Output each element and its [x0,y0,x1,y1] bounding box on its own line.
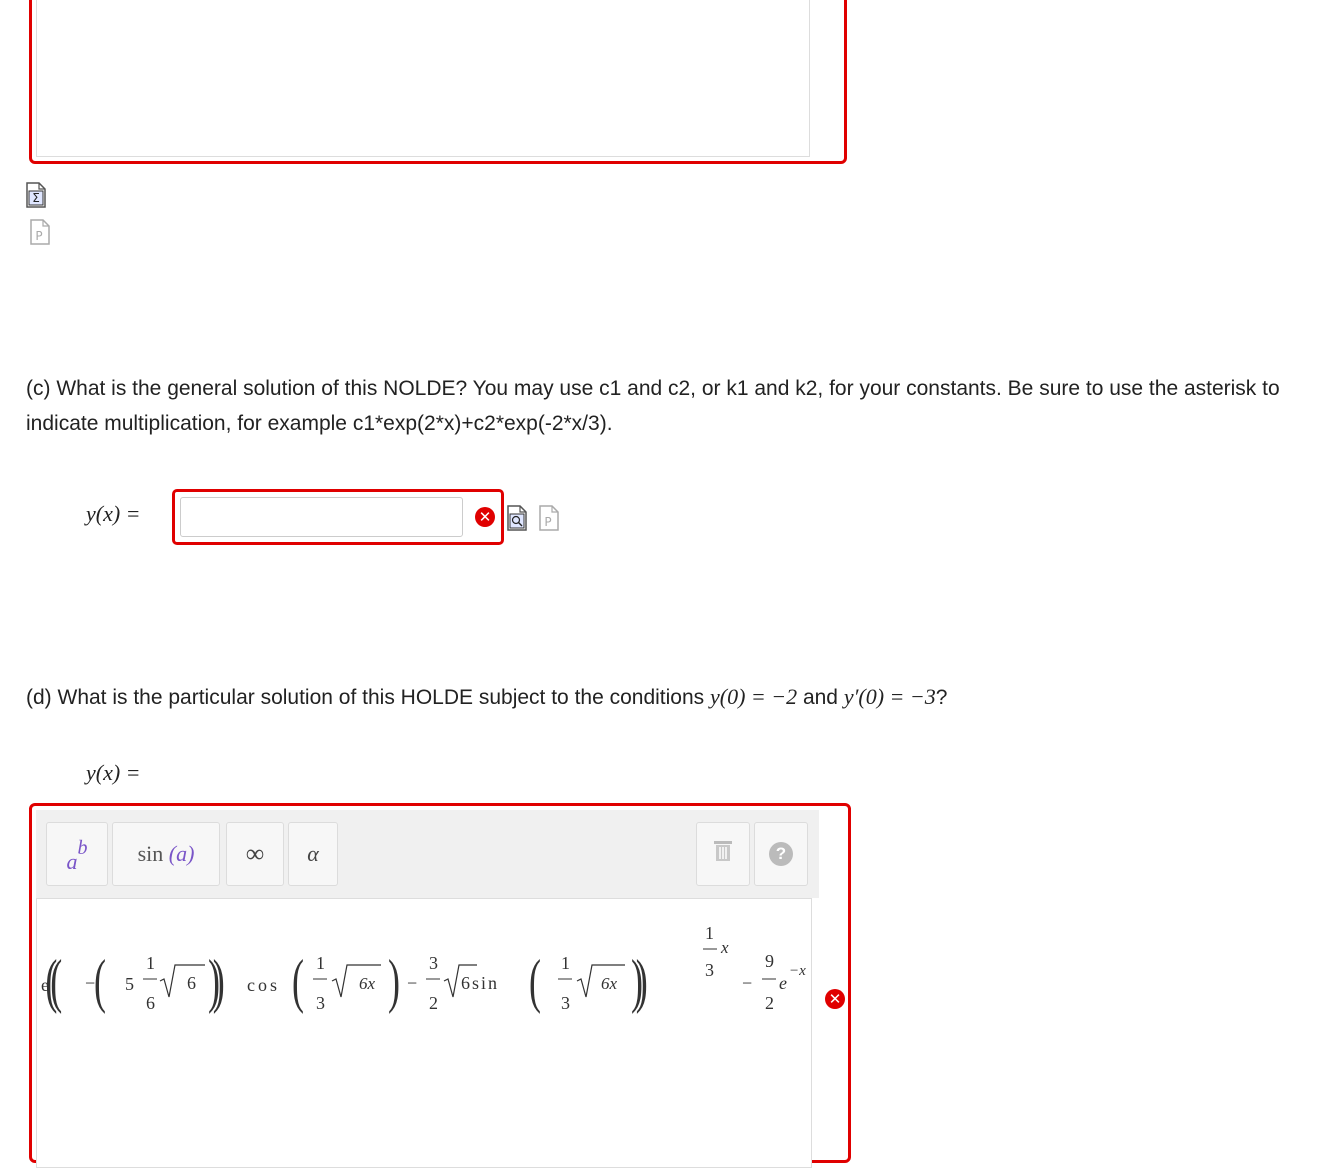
preview-icon[interactable]: P [30,219,50,245]
math-expression: e ( ( − ( 5 1 6 6 ) ) cos ( 1 3 6x ) − 3… [41,923,806,1015]
expr-three: 3 [705,960,714,980]
help-icon: ? [769,842,793,866]
infinity-button[interactable]: ∞ [226,822,284,886]
equation-editor-icon[interactable] [507,505,527,531]
expr-6sin: 6sin [461,973,499,993]
part-d-math-editor: ab sin (a) ∞ α ? e ((− (5 1 6 6)) c… [29,803,851,1168]
math-toolbar: ab sin (a) ∞ α ? [36,810,819,898]
error-icon: ✕ [825,989,845,1009]
part-d-question-suffix: ? [935,686,948,709]
expr-minus: − [742,973,752,993]
part-d-and: and [797,686,844,709]
part-d-condition-1: y(0) = −2 [710,684,798,709]
preview-icon[interactable]: P [539,505,559,531]
expr-three-top: 3 [429,953,438,973]
expr-sqrt6x: 6x [601,974,618,993]
svg-text:P: P [35,229,42,243]
svg-text:Σ: Σ [32,191,40,205]
part-c-answer-input[interactable] [180,497,463,537]
expr-paren: ) [636,948,648,1015]
expr-paren: ( [94,948,106,1015]
expr-neg-x: −x [789,963,806,979]
expr-nine: 9 [765,951,774,971]
expr-five: 5 [125,974,134,994]
expr-one: 1 [705,923,714,943]
previous-answer-editor[interactable] [29,0,847,164]
expr-paren: ( [292,948,304,1015]
sin-button[interactable]: sin (a) [112,822,220,886]
expr-six: 6 [146,993,155,1013]
expr-one: 1 [146,953,155,973]
expr-cos: cos [247,975,280,995]
expr-paren: ( [50,948,62,1015]
expr-paren: ) [213,948,225,1015]
part-d-question: (d) What is the particular solution of t… [26,679,1296,715]
expr-sqrt6x: 6x [359,974,376,993]
expr-paren: ) [388,948,400,1015]
part-c-answer-box: ✕ [172,489,504,545]
expr-three: 3 [561,993,570,1013]
power-button[interactable]: ab [46,822,108,886]
svg-text:P: P [544,515,551,529]
expr-one: 1 [561,953,570,973]
part-d-condition-2: y′(0) = −3 [843,684,936,709]
previous-answer-editor-content[interactable] [36,0,810,157]
math-editor-content[interactable]: e ( ( − ( 5 1 6 6 ) ) cos ( 1 3 6x ) − 3… [36,898,812,1168]
expr-e: e [779,973,787,993]
alpha-button[interactable]: α [288,822,338,886]
expr-two: 2 [429,993,438,1013]
expr-three: 3 [316,993,325,1013]
part-d-question-prefix: (d) What is the particular solution of t… [26,686,710,709]
part-d-answer-label: y(x) = [86,760,141,785]
trash-icon [713,840,733,868]
error-icon: ✕ [475,507,495,527]
part-c-answer-label: y(x) = [86,501,141,526]
expr-sqrt6: 6 [187,973,196,993]
equation-icon[interactable]: Σ [26,182,46,208]
delete-button[interactable] [696,822,750,886]
expr-two: 2 [765,993,774,1013]
expr-one: 1 [316,953,325,973]
expr-paren: ( [529,948,541,1015]
help-button[interactable]: ? [754,822,808,886]
part-c-question: (c) What is the general solution of this… [26,377,1280,435]
expr-minus: − [407,973,417,993]
expr-x: x [720,938,729,957]
